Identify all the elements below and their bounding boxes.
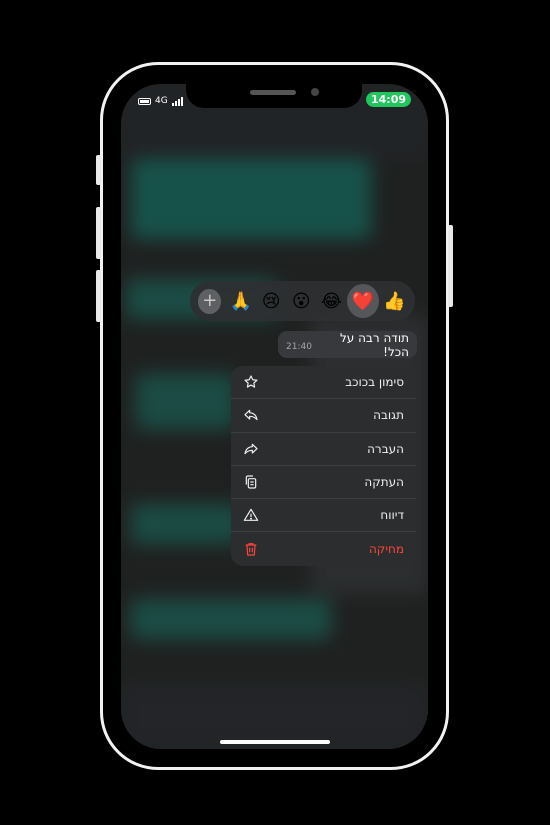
star-icon (244, 375, 258, 388)
menu-label-star: סימון בכוכב (345, 375, 404, 390)
menu-label-copy: העתקה (364, 475, 404, 490)
menu-label-reply: תגובה (373, 408, 404, 423)
reaction-bar: + 🙏 😢 😮 😂 ❤️ 👍 (190, 281, 415, 321)
menu-label-report: דיווח (380, 508, 404, 523)
message-bubble[interactable]: 21:40 תודה רבה על הכל! (278, 330, 417, 359)
menu-item-copy[interactable]: העתקה (231, 466, 416, 500)
home-indicator[interactable] (220, 740, 330, 744)
menu-item-reply[interactable]: תגובה (231, 399, 416, 433)
front-camera (311, 88, 319, 96)
forward-icon (244, 443, 258, 455)
reply-icon (244, 410, 258, 421)
message-context-menu: סימון בכוכב תגובה העברה העתקה דיווח מחיק… (231, 366, 416, 566)
menu-label-forward: העברה (367, 441, 404, 456)
network-label: 4G (155, 96, 168, 106)
battery-icon (138, 97, 151, 105)
notch (186, 84, 362, 108)
reaction-laughing-face[interactable]: 😂 (317, 286, 346, 317)
power-button (448, 225, 453, 307)
trash-icon (245, 543, 257, 556)
reaction-crying-face[interactable]: 😢 (257, 286, 286, 317)
signal-icon (171, 96, 183, 106)
menu-item-delete[interactable]: מחיקה (231, 532, 416, 565)
reaction-thumbs-up[interactable]: 👍 (380, 286, 409, 317)
mute-switch (96, 155, 101, 185)
message-time: 21:40 (286, 342, 312, 352)
volume-down-button (96, 270, 101, 322)
add-reaction-button[interactable]: + (198, 288, 222, 314)
status-bar-left: 4G (138, 96, 183, 106)
reaction-folded-hands[interactable]: 🙏 (226, 286, 255, 317)
reaction-red-heart[interactable]: ❤️ (346, 284, 379, 318)
status-time: 14:09 (366, 92, 411, 107)
menu-item-report[interactable]: דיווח (231, 499, 416, 533)
copy-icon (245, 475, 257, 489)
warning-icon (243, 509, 259, 522)
menu-item-star[interactable]: סימון בכוכב (231, 366, 416, 400)
message-text: תודה רבה על הכל! (339, 330, 409, 359)
volume-up-button (96, 207, 101, 259)
menu-label-delete: מחיקה (368, 542, 404, 557)
speaker (250, 90, 296, 95)
menu-item-forward[interactable]: העברה (231, 433, 416, 466)
reaction-surprised-face[interactable]: 😮 (287, 286, 316, 317)
